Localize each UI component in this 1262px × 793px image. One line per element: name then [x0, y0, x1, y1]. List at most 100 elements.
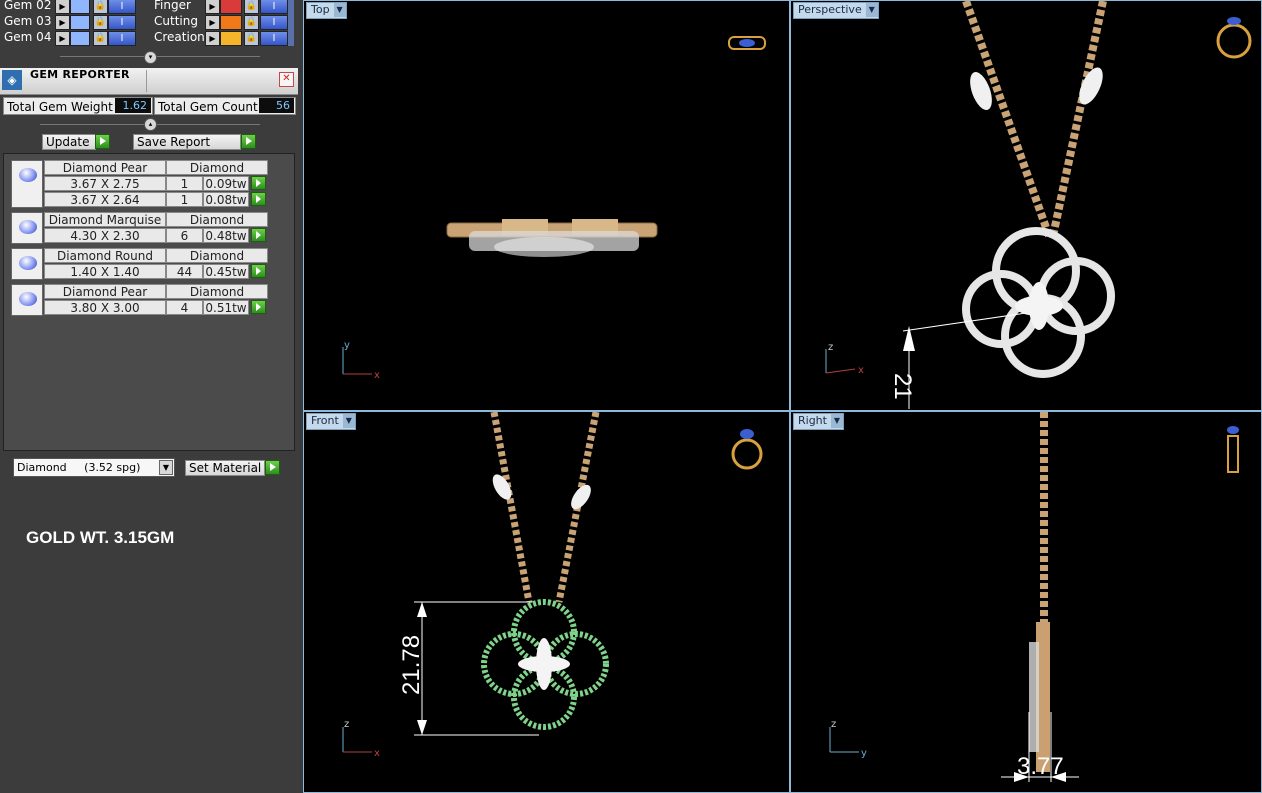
layer-color-swatch[interactable] [220, 31, 242, 46]
play-icon[interactable]: ▶ [55, 0, 70, 14]
gem-weight: 0.08tw [203, 192, 249, 207]
update-button[interactable]: Update [42, 134, 96, 150]
collapse-icon[interactable]: ▴ [144, 118, 157, 131]
gem-qty: 1 [166, 176, 203, 191]
gem-select-go-icon[interactable] [251, 176, 266, 190]
layer-color-swatch[interactable] [70, 0, 90, 14]
viewport-right[interactable]: Right ▼ 3.77 z y [790, 411, 1262, 793]
gem-material-header: Diamond [166, 248, 268, 263]
viewport-top[interactable]: Top ▼ y x [303, 0, 790, 411]
layer-name: Creation [154, 30, 205, 44]
layer-toggle-button[interactable]: I [260, 0, 288, 14]
layer-row[interactable]: Cutting ▶ 🔒 I [150, 14, 290, 30]
axis-vertical: z [831, 719, 836, 730]
layer-toggle-button[interactable]: I [108, 0, 136, 14]
set-material-go-icon[interactable] [265, 460, 280, 475]
gem-shape-header: Diamond Pear [44, 160, 166, 175]
gem-reporter-header: ◈ GEM REPORTER ✕ [0, 68, 298, 95]
gem-size: 3.67 X 2.64 [44, 192, 166, 207]
gem-list: Diamond Pear Diamond 3.67 X 2.75 1 0.09tw 3.6… [3, 153, 295, 451]
gold-weight-label: GOLD WT. 3.15GM [26, 528, 175, 547]
lock-icon[interactable]: 🔒 [93, 15, 108, 30]
gem-group: Diamond Pear Diamond 3.80 X 3.00 4 0.51tw [11, 284, 269, 316]
layer-toggle-button[interactable]: I [108, 15, 136, 30]
axis-vertical: z [828, 342, 833, 353]
header-separator [146, 70, 147, 92]
update-go-icon[interactable] [95, 134, 110, 149]
diamond-icon [19, 220, 37, 234]
gem-size: 3.67 X 2.75 [44, 176, 166, 191]
gem-shape-header: Diamond Marquise [44, 212, 166, 227]
viewport-perspective[interactable]: Perspective ▼ 21 z x [790, 0, 1262, 411]
gem-size: 4.30 X 2.30 [44, 228, 166, 243]
axis-indicator: z x [338, 717, 388, 765]
set-material-button[interactable]: Set Material [185, 460, 265, 476]
gem-size: 1.40 X 1.40 [44, 264, 166, 279]
axis-vertical: z [344, 719, 349, 730]
gem-select-go-icon[interactable] [251, 300, 266, 314]
layer-row[interactable]: Gem 03 ▶ 🔒 I [0, 14, 145, 30]
layer-row[interactable]: Gem 04 ▶ 🔒 I [0, 30, 145, 46]
total-gem-weight-value: 1.62 [115, 98, 151, 113]
axis-vertical: y [344, 340, 350, 351]
gem-material-header: Diamond [166, 212, 268, 227]
lock-icon[interactable]: 🔒 [244, 15, 259, 30]
axis-horizontal: y [861, 748, 867, 759]
layer-toggle-button[interactable]: I [260, 15, 288, 30]
gem-select-go-icon[interactable] [251, 264, 266, 278]
play-icon[interactable]: ▶ [55, 15, 70, 30]
material-select-value: Diamond (3.52 spg) [17, 461, 141, 474]
layer-toggle-button[interactable]: I [260, 31, 288, 46]
play-icon[interactable]: ▶ [205, 15, 220, 30]
total-gem-count-value: 56 [259, 98, 294, 113]
layer-color-swatch[interactable] [220, 15, 242, 30]
axis-indicator: z y [825, 717, 875, 765]
gem-reporter-logo-icon: ◈ [2, 70, 22, 90]
lock-icon[interactable]: 🔒 [93, 31, 108, 46]
gem-select-go-icon[interactable] [251, 228, 266, 242]
chevron-down-icon[interactable]: ▼ [159, 460, 173, 475]
save-report-button[interactable]: Save Report [133, 134, 241, 150]
layer-color-swatch[interactable] [70, 15, 90, 30]
layer-name: Gem 04 [4, 30, 52, 44]
layer-name: Cutting [154, 14, 198, 28]
layer-toggle-button[interactable]: I [108, 31, 136, 46]
lock-icon[interactable]: 🔒 [244, 31, 259, 46]
save-report-go-icon[interactable] [241, 134, 256, 149]
lock-icon[interactable]: 🔒 [93, 0, 108, 14]
axis-horizontal: x [858, 365, 864, 376]
gem-size: 3.80 X 3.00 [44, 300, 166, 315]
play-icon[interactable]: ▶ [205, 0, 220, 14]
layer-name: Gem 02 [4, 0, 52, 12]
layer-scrollbar[interactable] [288, 0, 294, 46]
play-icon[interactable]: ▶ [55, 31, 70, 46]
gem-thumbnail[interactable] [11, 248, 43, 280]
axis-indicator: y x [338, 339, 388, 387]
play-icon[interactable]: ▶ [205, 31, 220, 46]
perspective-dimension-label: 21 [889, 373, 916, 400]
material-select[interactable]: Diamond (3.52 spg) ▼ [13, 458, 175, 477]
gem-thumbnail[interactable] [11, 284, 43, 316]
gem-reporter-title: GEM REPORTER [30, 68, 130, 81]
layer-row[interactable]: Finger ▶ 🔒 I [150, 0, 290, 14]
layer-row[interactable]: Creation ▶ 🔒 I [150, 30, 290, 46]
gem-shape-header: Diamond Round [44, 248, 166, 263]
lock-icon[interactable]: 🔒 [244, 0, 259, 14]
gem-weight: 0.09tw [203, 176, 249, 191]
gem-select-go-icon[interactable] [251, 192, 266, 206]
diamond-icon [19, 256, 37, 270]
layer-row[interactable]: Gem 02 ▶ 🔒 I [0, 0, 145, 14]
right-dimension-label: 3.77 [1017, 753, 1064, 780]
diamond-icon [19, 292, 37, 306]
close-icon[interactable]: ✕ [279, 72, 294, 87]
gem-shape-header: Diamond Pear [44, 284, 166, 299]
gem-thumbnail[interactable] [11, 160, 43, 208]
layer-name: Finger [154, 0, 191, 12]
layer-color-swatch[interactable] [220, 0, 242, 14]
gem-thumbnail[interactable] [11, 212, 43, 244]
gem-weight: 0.51tw [203, 300, 249, 315]
viewport-front[interactable]: Front ▼ 21.78 z x [303, 411, 790, 793]
layer-color-swatch[interactable] [70, 31, 90, 46]
collapse-icon[interactable]: ▾ [144, 51, 157, 64]
gem-weight: 0.45tw [203, 264, 249, 279]
